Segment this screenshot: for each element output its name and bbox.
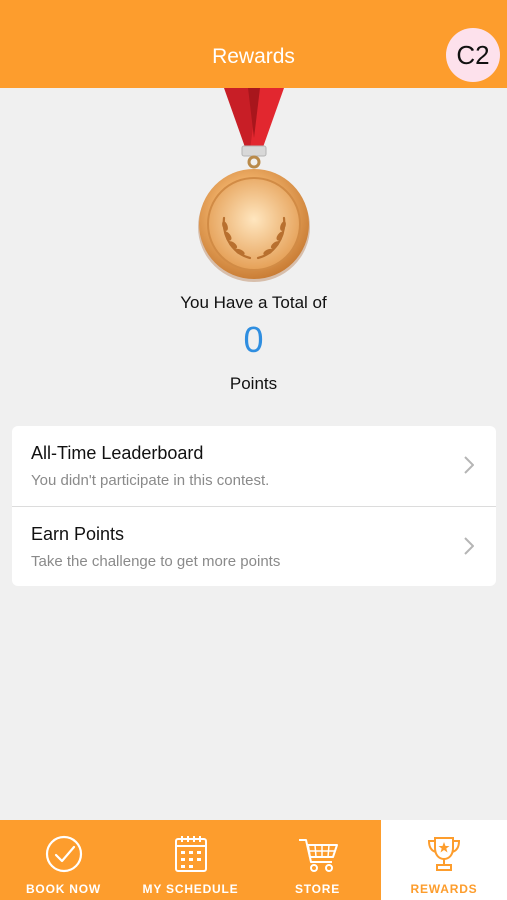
points-unit-label: Points [229,374,278,393]
leaderboard-title: All-Time Leaderboard [31,443,204,463]
tab-store[interactable]: STORE [254,820,381,900]
total-label: You Have a Total of [180,293,327,312]
earn-points-row[interactable]: Earn Points Take the challenge to get mo… [12,507,496,587]
tab-label: BOOK NOW [25,882,102,896]
tab-label: MY SCHEDULE [142,882,239,896]
tab-my-schedule[interactable]: MY SCHEDULE [127,820,254,900]
rewards-menu-card: All-Time Leaderboard You didn't particip… [12,426,496,586]
points-value: 0 [243,319,264,360]
page-title: Rewards [212,45,295,68]
tab-label: REWARDS [410,882,478,896]
earn-points-subtitle: Take the challenge to get more points [31,553,281,570]
medal-icon [198,88,310,282]
bottom-tab-bar: BOOK NOW MY SCHEDULE STORE REWARDS [0,820,507,900]
calendar-icon [174,836,207,872]
check-circle-icon [45,835,82,873]
tab-label: STORE [294,882,341,896]
tab-book-now[interactable]: BOOK NOW [0,820,127,900]
avatar[interactable]: C2 [446,28,500,82]
earn-points-title: Earn Points [31,524,125,544]
shopping-cart-icon [298,839,338,872]
leaderboard-subtitle: You didn't participate in this contest. [31,472,270,489]
chevron-right-icon [464,537,474,555]
tab-rewards[interactable]: REWARDS [381,820,507,900]
trophy-icon [427,837,461,871]
chevron-right-icon [464,456,474,474]
app-header: Rewards C2 [0,0,507,88]
leaderboard-row[interactable]: All-Time Leaderboard You didn't particip… [12,426,496,506]
